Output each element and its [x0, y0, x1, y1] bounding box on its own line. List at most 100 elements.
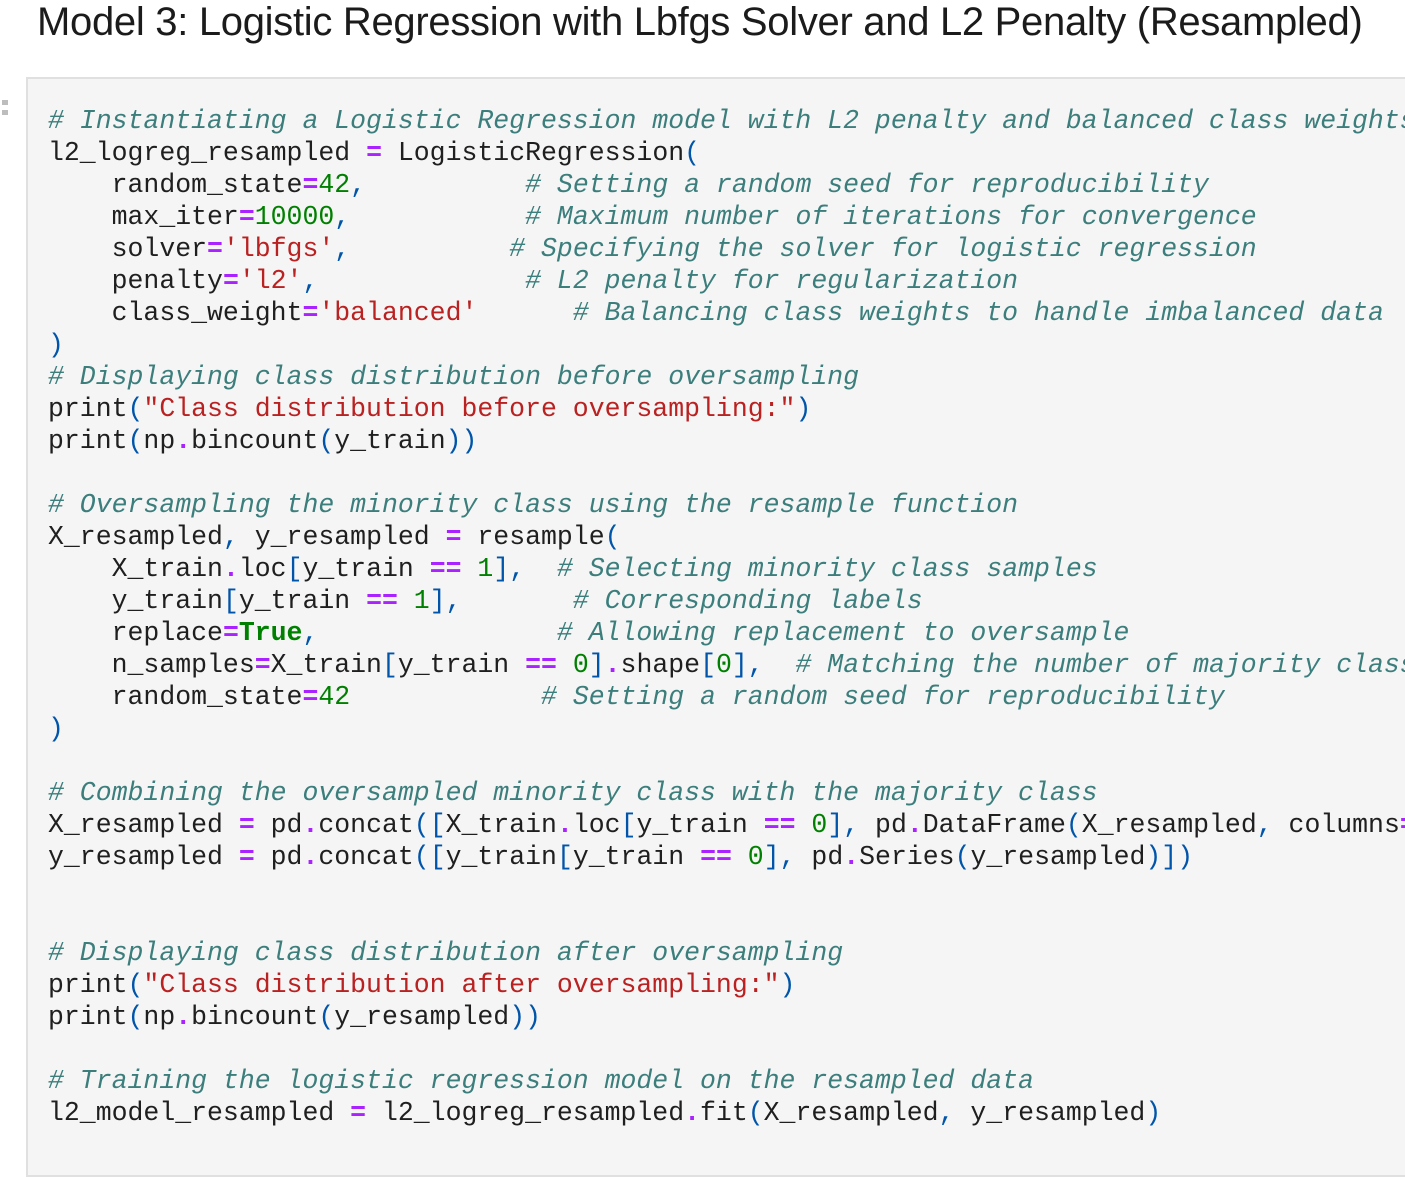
- code-text: print: [48, 394, 128, 424]
- operator-token: .: [223, 554, 239, 584]
- operator-token: .: [605, 650, 621, 680]
- operator-token: =: [223, 618, 239, 648]
- string-token: "Class distribution before oversampling:…: [143, 394, 795, 424]
- number-token: 0: [811, 810, 827, 840]
- operator-token: =: [366, 138, 382, 168]
- code-line: y_train[y_train == 1], # Corresponding l…: [48, 585, 1405, 617]
- code-line: X_train.loc[y_train == 1], # Selecting m…: [48, 553, 1405, 585]
- code-line: X_resampled = pd.concat([X_train.loc[y_t…: [48, 809, 1405, 841]
- string-token: 'lbfgs': [223, 234, 334, 264]
- code-text: pd: [796, 842, 844, 872]
- comment-token: # Balancing class weights to handle imba…: [573, 298, 1384, 328]
- operator-token: =: [239, 842, 255, 872]
- code-editor[interactable]: # Instantiating a Logistic Regression mo…: [48, 105, 1405, 1129]
- code-line: max_iter=10000, # Maximum number of iter…: [48, 201, 1405, 233]
- code-text: [732, 842, 748, 872]
- code-text: [366, 170, 525, 200]
- punctuation-token: [: [557, 842, 573, 872]
- code-text: [350, 234, 509, 264]
- number-token: 0: [716, 650, 732, 680]
- punctuation-token: (: [955, 842, 971, 872]
- code-text: random_state: [48, 170, 302, 200]
- code-text: LogisticRegression: [382, 138, 684, 168]
- code-text: np: [143, 426, 175, 456]
- code-line: penalty='l2', # L2 penalty for regulariz…: [48, 265, 1405, 297]
- comment-token: # Corresponding labels: [573, 586, 923, 616]
- operator-token: =: [207, 234, 223, 264]
- punctuation-token: ,: [302, 618, 318, 648]
- code-text: bincount: [191, 426, 318, 456]
- number-token: 42: [318, 682, 350, 712]
- code-text: [525, 554, 557, 584]
- code-text: resample: [461, 522, 604, 552]
- code-line: [48, 873, 1405, 905]
- punctuation-token: [: [223, 586, 239, 616]
- comment-token: # Combining the oversampled minority cla…: [48, 778, 1098, 808]
- punctuation-token: (: [128, 1002, 144, 1032]
- code-line: # Combining the oversampled minority cla…: [48, 777, 1405, 809]
- punctuation-token: ],: [493, 554, 525, 584]
- code-line: # Oversampling the minority class using …: [48, 489, 1405, 521]
- code-line: # Displaying class distribution after ov…: [48, 937, 1405, 969]
- cell-drag-handle[interactable]: [2, 100, 8, 116]
- code-line: print(np.bincount(y_resampled)): [48, 1001, 1405, 1033]
- code-text: [350, 682, 541, 712]
- operator-token: .: [302, 842, 318, 872]
- punctuation-token: (: [748, 1098, 764, 1128]
- code-line: l2_logreg_resampled = LogisticRegression…: [48, 137, 1405, 169]
- code-text: bincount: [191, 1002, 318, 1032]
- operator-token: .: [175, 426, 191, 456]
- comment-token: # Allowing replacement to oversample: [557, 618, 1130, 648]
- code-line: print(np.bincount(y_train)): [48, 425, 1405, 457]
- code-text: y_train: [302, 554, 429, 584]
- code-text: print: [48, 1002, 128, 1032]
- code-text: max_iter: [48, 202, 239, 232]
- code-text: y_train: [398, 650, 525, 680]
- operator-token: .: [557, 810, 573, 840]
- punctuation-token: [: [621, 810, 637, 840]
- code-text: [477, 298, 572, 328]
- operator-token: .: [843, 842, 859, 872]
- punctuation-token: ,: [350, 170, 366, 200]
- punctuation-token: (: [605, 522, 621, 552]
- punctuation-token: ,: [223, 522, 239, 552]
- operator-token: =: [446, 522, 462, 552]
- punctuation-token: ): [795, 394, 811, 424]
- code-text: concat: [318, 842, 413, 872]
- comment-token: # Training the logistic regression model…: [48, 1066, 1034, 1096]
- operator-token: .: [907, 810, 923, 840]
- punctuation-token: (: [318, 1002, 334, 1032]
- code-text: [462, 586, 573, 616]
- code-text: Series: [859, 842, 954, 872]
- number-token: 0: [573, 650, 589, 680]
- code-line: # Instantiating a Logistic Regression mo…: [48, 105, 1405, 137]
- code-text: print: [48, 426, 128, 456]
- punctuation-token: ],: [764, 842, 796, 872]
- code-line: replace=True, # Allowing replacement to …: [48, 617, 1405, 649]
- code-text: loc: [239, 554, 287, 584]
- code-text: [796, 810, 812, 840]
- code-text: [318, 266, 525, 296]
- punctuation-token: (: [128, 394, 144, 424]
- punctuation-token: [: [287, 554, 303, 584]
- punctuation-token: (: [1066, 810, 1082, 840]
- code-line: class_weight='balanced' # Balancing clas…: [48, 297, 1405, 329]
- code-text: print: [48, 970, 128, 1000]
- code-text: columns: [1273, 810, 1400, 840]
- punctuation-token: ,: [302, 266, 318, 296]
- code-text: y_resampled: [334, 1002, 509, 1032]
- code-line: l2_model_resampled = l2_logreg_resampled…: [48, 1097, 1405, 1129]
- keyword-token: True: [239, 618, 303, 648]
- string-token: 'balanced': [318, 298, 477, 328]
- operator-token: .: [302, 810, 318, 840]
- code-text: X_resampled: [1082, 810, 1257, 840]
- comment-token: # Displaying class distribution after ov…: [48, 938, 843, 968]
- code-text: n_samples: [48, 650, 255, 680]
- punctuation-token: (: [128, 426, 144, 456]
- code-text: concat: [318, 810, 413, 840]
- comment-token: # Setting a random seed for reproducibil…: [525, 170, 1209, 200]
- code-text: solver: [48, 234, 207, 264]
- drag-handle-dot-icon: [2, 110, 8, 115]
- comment-token: # Oversampling the minority class using …: [48, 490, 1018, 520]
- code-text: loc: [573, 810, 621, 840]
